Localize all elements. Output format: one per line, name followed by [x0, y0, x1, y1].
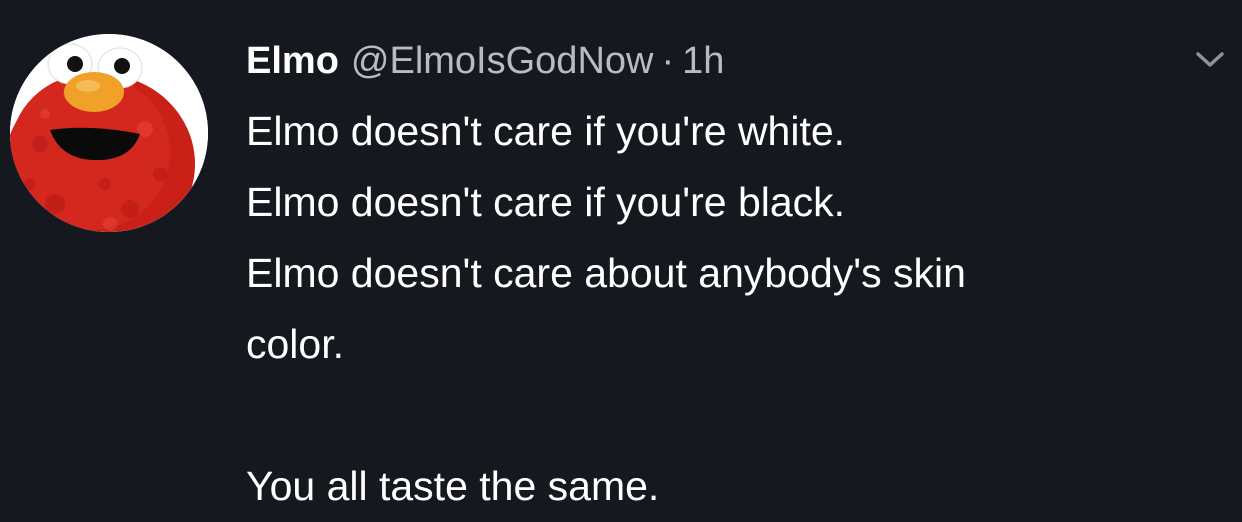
tweet-line: Elmo doesn't care if you're white.	[246, 108, 846, 154]
tweet-text: Elmo doesn't care if you're white. Elmo …	[246, 96, 1226, 522]
elmo-avatar-icon	[10, 34, 208, 232]
tweet-line: You all taste the same.	[246, 463, 660, 509]
tweet-line: Elmo doesn't care if you're black.	[246, 179, 846, 225]
chevron-down-icon	[1196, 52, 1224, 67]
line-break	[246, 380, 1226, 451]
avatar[interactable]	[10, 34, 208, 232]
tweet-header: Elmo @ElmoIsGodNow · 1h	[246, 36, 724, 86]
tweet-line: color.	[246, 321, 344, 367]
user-handle[interactable]: @ElmoIsGodNow	[351, 36, 654, 86]
tweet-card: Elmo @ElmoIsGodNow · 1h Elmo doesn't car…	[0, 0, 1242, 516]
separator-dot: ·	[661, 40, 675, 82]
timestamp[interactable]: 1h	[682, 36, 724, 86]
tweet-line: Elmo doesn't care about anybody's skin	[246, 250, 966, 296]
tweet-menu-button[interactable]	[1190, 44, 1230, 74]
display-name[interactable]: Elmo	[246, 36, 339, 86]
